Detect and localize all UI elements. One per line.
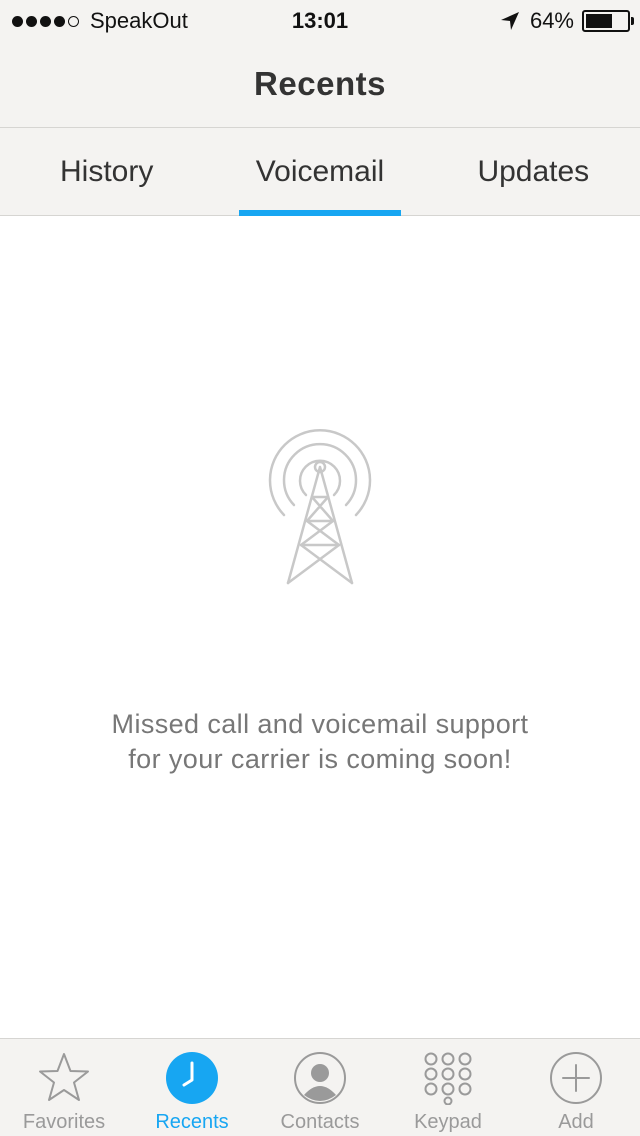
bottom-tab-bar: Favorites Recents Contacts Keypad Add bbox=[0, 1038, 640, 1136]
tab-voicemail[interactable]: Voicemail bbox=[213, 128, 426, 216]
tabbar-label: Favorites bbox=[22, 1111, 106, 1133]
tabbar-recents[interactable]: Recents bbox=[128, 1039, 256, 1136]
empty-state-line-1: Missed call and voicemail support bbox=[111, 709, 529, 739]
battery-percent: 64% bbox=[529, 8, 574, 33]
tabbar-label: Keypad bbox=[414, 1111, 482, 1133]
tabbar-favorites[interactable]: Favorites bbox=[0, 1039, 128, 1136]
navigation-bar: Recents bbox=[0, 40, 640, 128]
tabbar-contacts[interactable]: Contacts bbox=[256, 1039, 384, 1136]
battery-icon bbox=[582, 10, 634, 32]
segment-tabs: History Voicemail Updates bbox=[0, 128, 640, 216]
plus-icon bbox=[550, 1052, 602, 1104]
radio-tower-icon bbox=[268, 429, 372, 585]
empty-state-message: Missed call and voicemail support for yo… bbox=[40, 707, 600, 777]
clock-icon bbox=[166, 1052, 218, 1104]
voicemail-empty-state: Missed call and voicemail support for yo… bbox=[0, 217, 640, 1037]
tabbar-label: Add bbox=[558, 1111, 594, 1133]
status-right: 64% bbox=[500, 8, 634, 34]
tab-updates[interactable]: Updates bbox=[427, 128, 640, 215]
tabbar-add[interactable]: Add bbox=[512, 1039, 640, 1136]
status-bar: SpeakOut 13:01 64% bbox=[0, 0, 640, 40]
page-title: Recents bbox=[254, 64, 386, 102]
tabbar-label: Recents bbox=[155, 1111, 229, 1133]
keypad-icon bbox=[424, 1052, 472, 1105]
tab-history[interactable]: History bbox=[0, 128, 213, 215]
location-arrow-icon bbox=[500, 12, 519, 30]
tabbar-label: Contacts bbox=[280, 1111, 360, 1133]
tabbar-keypad[interactable]: Keypad bbox=[384, 1039, 512, 1136]
person-icon bbox=[294, 1052, 346, 1104]
star-icon bbox=[39, 1053, 89, 1101]
empty-state-line-2: for your carrier is coming soon! bbox=[128, 744, 512, 774]
